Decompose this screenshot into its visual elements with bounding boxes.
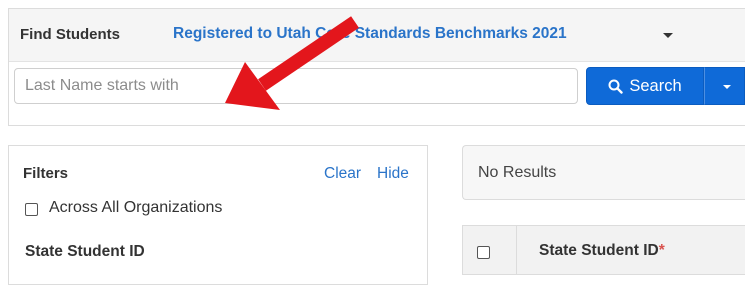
last-name-search-input[interactable] (14, 68, 578, 104)
results-status: No Results (478, 164, 557, 181)
find-students-title: Find Students (20, 26, 120, 43)
across-all-organizations-checkbox[interactable] (25, 203, 38, 216)
state-student-id-filter-label: State Student ID (25, 243, 145, 260)
registered-standards-dropdown[interactable]: Registered to Utah Core Standards Benchm… (173, 25, 567, 43)
clear-filters-link[interactable]: Clear (324, 165, 361, 183)
search-button-label: Search (629, 76, 682, 95)
search-button[interactable]: Search (586, 67, 704, 105)
column-header-label: State Student ID (539, 242, 659, 259)
required-marker: * (658, 242, 665, 259)
column-header-state-student-id[interactable]: State Student ID* (539, 242, 665, 260)
find-students-header: Find Students Registered to Utah Core St… (9, 9, 745, 62)
results-table-header: State Student ID* (462, 225, 745, 275)
caret-down-icon (723, 85, 731, 89)
hide-filters-link[interactable]: Hide (377, 165, 409, 183)
column-divider (516, 226, 517, 274)
across-all-organizations-label: Across All Organizations (49, 199, 223, 216)
filters-title: Filters (23, 165, 69, 182)
select-all-checkbox[interactable] (477, 246, 490, 259)
chevron-down-icon[interactable] (663, 33, 673, 38)
filters-panel: Filters Clear Hide Across All Organizati… (8, 145, 428, 285)
search-icon (608, 79, 624, 94)
results-panel: No Results (462, 145, 745, 200)
search-options-dropdown[interactable] (704, 67, 745, 105)
